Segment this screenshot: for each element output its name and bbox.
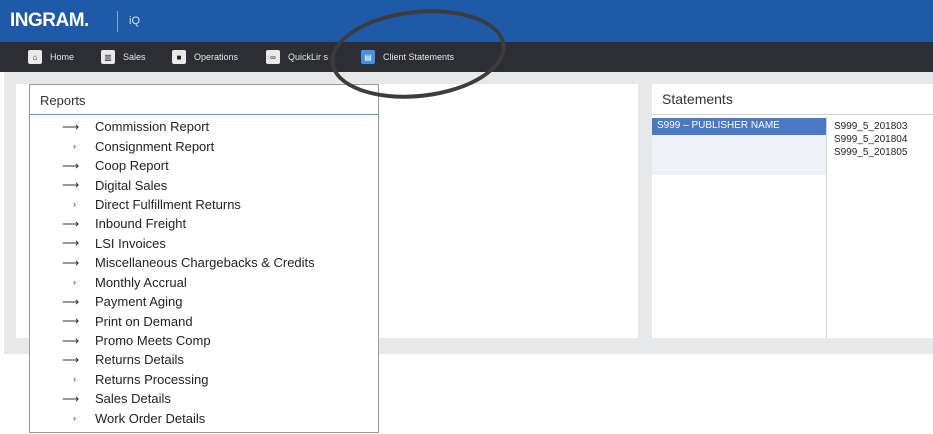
nav-client-statements[interactable]: ▤ Client Statements	[361, 42, 454, 72]
arrow-right-icon: ⟶	[62, 255, 80, 270]
report-item-label: Digital Sales	[95, 177, 168, 193]
report-item[interactable]: ⟶ Payment Aging	[30, 292, 378, 311]
chart-icon: ▥	[101, 50, 115, 64]
report-item[interactable]: › Monthly Accrual	[30, 273, 378, 292]
report-item-label: Commission Report	[95, 119, 210, 135]
top-header-bar: INGRAM. iQ	[0, 0, 933, 42]
arrow-right-icon: ⟶	[62, 178, 80, 193]
home-icon: ⌂	[28, 50, 42, 64]
report-item[interactable]: ⟶ Commission Report	[30, 117, 378, 136]
report-item[interactable]: ⟶ Coop Report	[30, 156, 378, 175]
report-item-label: Work Order Details	[95, 410, 206, 426]
report-list: ⟶ Commission Report › Consignment Report ⟶…	[30, 117, 378, 428]
report-item[interactable]: ⟶ Returns Details	[30, 350, 378, 369]
report-item-label: Returns Processing	[95, 371, 209, 387]
report-item[interactable]: ⟶ Digital Sales	[30, 175, 378, 194]
arrow-right-icon: ⟶	[62, 216, 80, 231]
report-item-label: LSI Invoices	[95, 235, 166, 251]
report-item-label: Direct Fulfillment Returns	[95, 196, 241, 212]
report-item[interactable]: ⟶ Inbound Freight	[30, 214, 378, 233]
arrow-right-icon: ⟶	[62, 236, 80, 251]
report-item[interactable]: › Consignment Report	[30, 136, 378, 155]
report-item-label: Miscellaneous Chargebacks & Credits	[95, 255, 315, 271]
report-item-label: Coop Report	[95, 158, 169, 174]
truck-icon: ■	[172, 50, 186, 64]
statement-file-list: S999_5_201803 S999_5_201804 S999_5_20180…	[834, 120, 907, 159]
nav-sales-label: Sales	[123, 52, 146, 62]
nav-operations-label: Operations	[194, 52, 239, 62]
arrow-right-icon: ⟶	[62, 158, 80, 173]
publisher-column-fill	[652, 135, 826, 175]
link-icon: ∞	[266, 50, 280, 64]
ingram-logo[interactable]: INGRAM.	[10, 10, 89, 32]
report-item-label: Consignment Report	[95, 138, 215, 154]
statements-panel: Statements S999 – PUBLISHER NAME S999_5_…	[652, 84, 933, 338]
nav-home-label: Home	[50, 52, 75, 62]
arrow-right-icon: ⟶	[62, 391, 80, 406]
arrow-right-icon: ⟶	[62, 294, 80, 309]
nav-sales[interactable]: ▥ Sales	[101, 42, 146, 72]
report-item-label: Payment Aging	[95, 294, 183, 310]
statement-file[interactable]: S999_5_201805	[834, 146, 907, 159]
nav-home[interactable]: ⌂ Home	[28, 42, 74, 72]
chevron-right-icon: ›	[73, 374, 76, 385]
report-item-label: Monthly Accrual	[95, 274, 187, 290]
column-divider	[826, 116, 827, 338]
nav-client-statements-label: Client Statements	[383, 52, 455, 62]
report-item-label: Returns Details	[95, 352, 184, 368]
main-nav: ⌂ Home ▥ Sales ■ Operations ∞ QuickLir s…	[0, 42, 933, 72]
report-item[interactable]: › Direct Fulfillment Returns	[30, 195, 378, 214]
arrow-right-icon: ⟶	[62, 333, 80, 348]
chevron-right-icon: ›	[73, 413, 76, 424]
report-item-label: Print on Demand	[95, 313, 193, 329]
report-item[interactable]: ⟶ Miscellaneous Chargebacks & Credits	[30, 253, 378, 272]
arrow-right-icon: ⟶	[62, 119, 80, 134]
arrow-right-icon: ⟶	[62, 314, 80, 329]
report-item[interactable]: ⟶ Sales Details	[30, 389, 378, 408]
report-item-label: Inbound Freight	[95, 216, 187, 232]
statement-file[interactable]: S999_5_201804	[834, 133, 907, 146]
report-item[interactable]: ⟶ Print on Demand	[30, 311, 378, 330]
report-item[interactable]: › Work Order Details	[30, 409, 378, 428]
report-item[interactable]: ⟶ LSI Invoices	[30, 234, 378, 253]
chevron-right-icon: ›	[73, 199, 76, 210]
chevron-right-icon: ›	[73, 141, 76, 152]
nav-operations[interactable]: ■ Operations	[172, 42, 238, 72]
report-item[interactable]: › Returns Processing	[30, 370, 378, 389]
app-name: iQ	[129, 15, 140, 27]
reports-dropdown: Reports ⟶ Commission Report › Consignment …	[29, 84, 379, 433]
statement-file[interactable]: S999_5_201803	[834, 120, 907, 133]
logo-divider	[117, 11, 118, 32]
report-item[interactable]: ⟶ Promo Meets Comp	[30, 331, 378, 350]
nav-quicklinks[interactable]: ∞ QuickLir s	[266, 42, 328, 72]
nav-quicklinks-label: QuickLir s	[288, 52, 329, 62]
reports-title: Reports	[30, 85, 378, 115]
report-item-label: Promo Meets Comp	[95, 333, 211, 349]
arrow-right-icon: ⟶	[62, 352, 80, 367]
statements-title: Statements	[652, 84, 933, 115]
document-icon: ▤	[361, 50, 375, 64]
report-item-label: Sales Details	[95, 391, 171, 407]
chevron-right-icon: ›	[73, 277, 76, 288]
publisher-row[interactable]: S999 – PUBLISHER NAME	[652, 118, 826, 135]
